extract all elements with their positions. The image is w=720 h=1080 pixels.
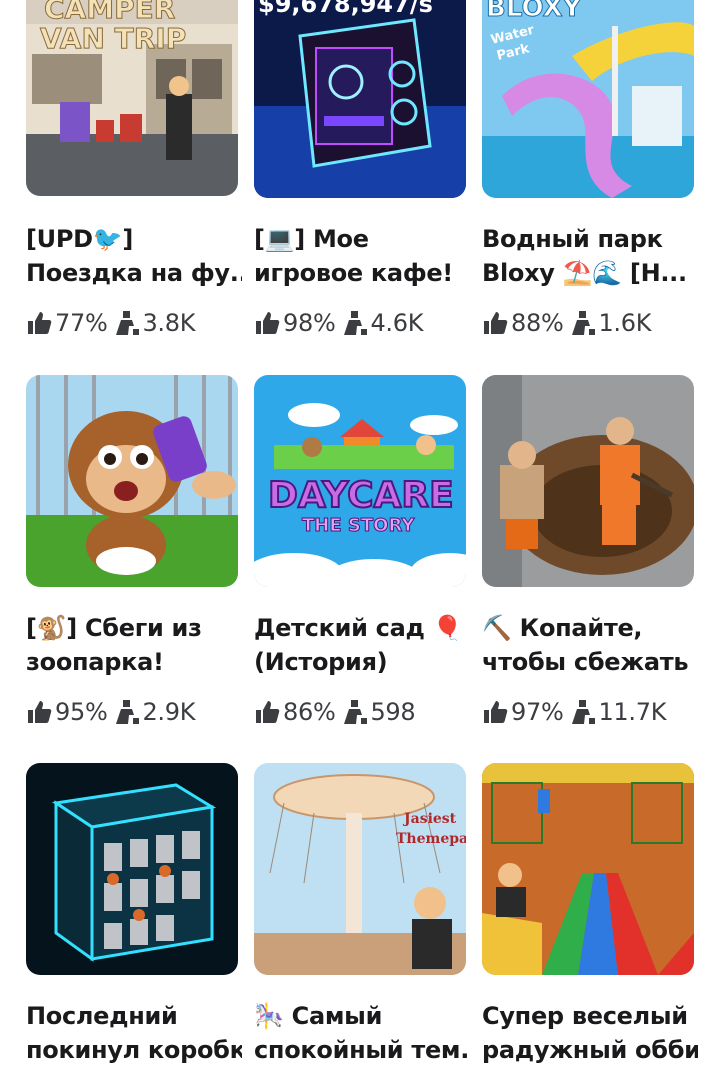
thumb-subtitle: THE STORY <box>302 515 415 536</box>
game-title[interactable]: Детский сад 🎈 (История) <box>254 611 470 679</box>
monkey-thumbnail <box>26 375 238 587</box>
players-icon <box>344 311 368 335</box>
thumb-subtitle: Themepark <box>396 831 466 847</box>
game-title-line: Bloxy ⛱️🌊 [Н... <box>482 259 687 287</box>
game-title-line: зоопарка! <box>26 648 164 676</box>
rainbow-slide-thumbnail <box>482 763 694 975</box>
glass-box-thumbnail <box>26 763 238 975</box>
game-title-line: [🐒] Сбеги из <box>26 614 202 642</box>
game-thumbnail[interactable]: CAMPER VAN TRIP <box>26 0 238 196</box>
game-thumbnail[interactable]: DAYCARE THE STORY <box>254 375 466 587</box>
thumbs-up-icon <box>256 312 280 334</box>
game-title-line: (История) <box>254 648 388 676</box>
game-title[interactable]: [UPD🐦] Поездка на фу... <box>26 222 242 290</box>
game-title-line: Детский сад 🎈 <box>254 614 463 642</box>
rating-value: 88% <box>511 309 564 337</box>
rating-value: 86% <box>283 698 336 726</box>
game-title[interactable]: 🎠 Самый спокойный тем... <box>254 999 470 1067</box>
game-title-line: 🎠 Самый <box>254 1002 383 1030</box>
thumb-title: BLOXY <box>486 0 583 23</box>
game-title-line: покинул коробку <box>26 1036 242 1064</box>
thumb-subtitle: VAN TRIP <box>40 22 186 55</box>
game-title[interactable]: Водный парк Bloxy ⛱️🌊 [Н... <box>482 222 698 290</box>
water-park-thumbnail: BLOXY Water Park <box>482 0 694 198</box>
gaming-pc-thumbnail: $9,678,947/s <box>254 0 466 198</box>
game-title-line: [UPD🐦] <box>26 225 134 253</box>
game-title[interactable]: ⛏️ Копайте, чтобы сбежать <box>482 611 698 679</box>
thumbs-up-icon <box>484 701 508 723</box>
players-icon <box>344 700 368 724</box>
thumbs-up-icon <box>256 701 280 723</box>
players-icon <box>116 700 140 724</box>
players-icon <box>572 311 596 335</box>
players-value: 4.6K <box>370 309 424 337</box>
thumbs-up-icon <box>484 312 508 334</box>
game-title-line: радужный обби <box>482 1036 698 1064</box>
game-title-line: ⛏️ Копайте, <box>482 614 643 642</box>
game-title-line: чтобы сбежать <box>482 648 689 676</box>
players-icon <box>572 700 596 724</box>
game-stats: 98% 4.6K <box>254 308 423 338</box>
game-title-line: Водный парк <box>482 225 663 253</box>
game-grid: CAMPER VAN TRIP [UPD🐦] Поездка на фу... … <box>0 0 720 1080</box>
players-icon <box>116 311 140 335</box>
game-thumbnail[interactable] <box>26 763 238 975</box>
thumbs-up-icon <box>28 312 52 334</box>
swing-ride-thumbnail: Jasiest Themepark <box>254 763 466 975</box>
game-stats: 88% 1.6K <box>482 308 651 338</box>
game-title-line: Последний <box>26 1002 178 1030</box>
game-title-line: Супер веселый <box>482 1002 688 1030</box>
game-thumbnail[interactable]: BLOXY Water Park <box>482 0 694 198</box>
game-title-line: спокойный тем... <box>254 1036 470 1064</box>
thumb-title: DAYCARE <box>268 475 454 516</box>
game-title[interactable]: [🐒] Сбеги из зоопарка! <box>26 611 242 679</box>
game-thumbnail[interactable] <box>26 375 238 587</box>
thumb-title: $9,678,947/s <box>258 0 433 18</box>
game-thumbnail[interactable]: $9,678,947/s <box>254 0 466 198</box>
game-title[interactable]: Супер веселый радужный обби <box>482 999 698 1067</box>
digging-prison-thumbnail <box>482 375 694 587</box>
game-stats: 95% 2.9K <box>26 697 195 727</box>
players-value: 598 <box>370 698 416 726</box>
game-stats: 77% 3.8K <box>26 308 195 338</box>
thumb-title: Jasiest <box>402 811 457 827</box>
game-title-line: Поездка на фу... <box>26 259 242 287</box>
rating-value: 77% <box>55 309 108 337</box>
game-title[interactable]: Последний покинул коробку <box>26 999 242 1067</box>
rating-value: 97% <box>511 698 564 726</box>
rating-value: 98% <box>283 309 336 337</box>
game-thumbnail[interactable]: Jasiest Themepark <box>254 763 466 975</box>
players-value: 11.7K <box>598 698 667 726</box>
thumbs-up-icon <box>28 701 52 723</box>
players-value: 1.6K <box>598 309 652 337</box>
game-title[interactable]: [💻] Мое игровое кафе! <box>254 222 470 290</box>
rating-value: 95% <box>55 698 108 726</box>
players-value: 2.9K <box>142 698 196 726</box>
game-title-line: игровое кафе! <box>254 259 453 287</box>
game-thumbnail[interactable] <box>482 375 694 587</box>
camper-van-thumbnail: CAMPER VAN TRIP <box>26 0 238 196</box>
daycare-thumbnail: DAYCARE THE STORY <box>254 375 466 587</box>
game-title-line: [💻] Мое <box>254 225 369 253</box>
game-stats: 97% 11.7K <box>482 697 666 727</box>
players-value: 3.8K <box>142 309 196 337</box>
game-thumbnail[interactable] <box>482 763 694 975</box>
game-stats: 86% 598 <box>254 697 416 727</box>
